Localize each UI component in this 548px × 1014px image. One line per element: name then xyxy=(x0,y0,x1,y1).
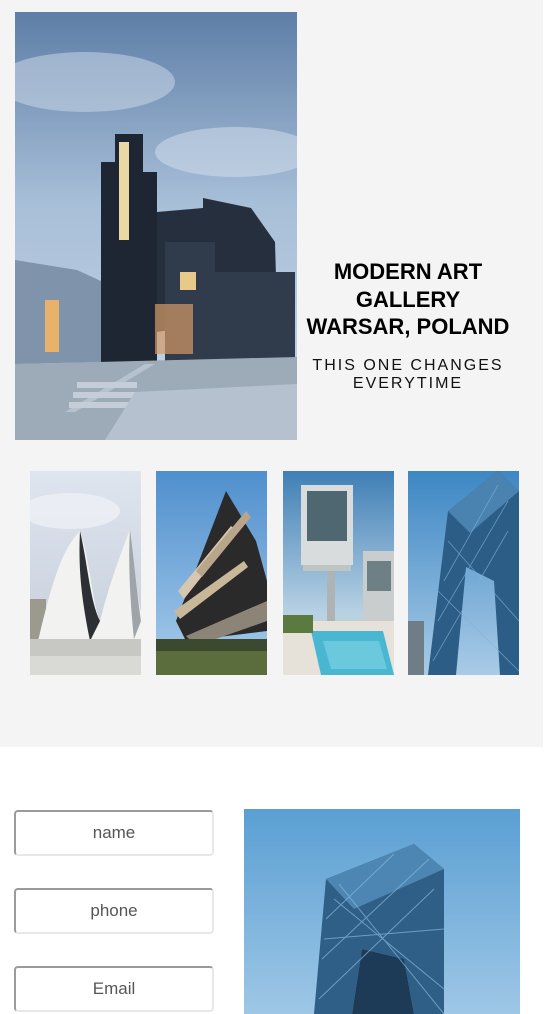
hero-caption: MODERN ART GALLERY WARSAR, POLAND THIS O… xyxy=(304,258,512,394)
featured-building-image xyxy=(244,809,520,1014)
gallery-thumbnail-1[interactable] xyxy=(30,471,141,675)
hero-subtitle: THIS ONE CHANGES EVERYTIME xyxy=(312,356,504,393)
gallery-thumbnail-4[interactable] xyxy=(408,471,519,675)
gallery-section: MODERN ART GALLERY WARSAR, POLAND THIS O… xyxy=(0,0,543,747)
name-field[interactable] xyxy=(14,810,214,856)
email-field[interactable] xyxy=(14,966,214,1012)
phone-field[interactable] xyxy=(14,888,214,934)
gallery-thumbnail-2[interactable] xyxy=(156,471,267,675)
hero-image xyxy=(15,12,297,440)
gallery-thumbnail-3[interactable] xyxy=(283,471,394,675)
hero-title: MODERN ART GALLERY WARSAR, POLAND xyxy=(306,259,510,339)
